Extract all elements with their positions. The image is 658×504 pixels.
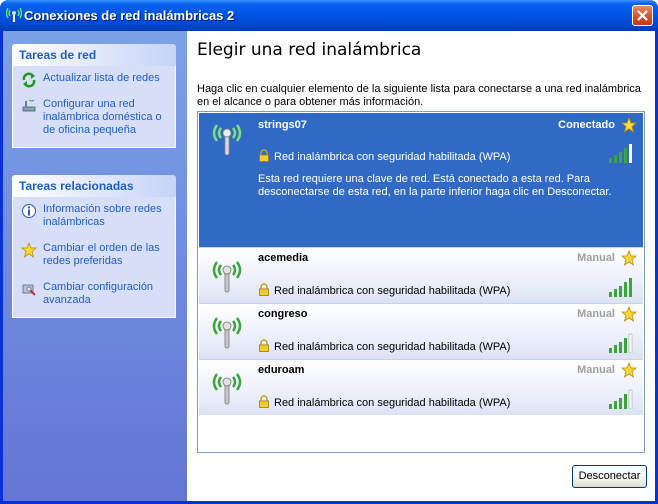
wireless-signal-icon [212, 124, 242, 156]
refresh-network-list-link[interactable]: Actualizar lista de redes [21, 72, 171, 88]
related-tasks-header: Tareas relacionadas [12, 175, 176, 197]
network-name: congreso [258, 308, 308, 320]
change-advanced-settings-link[interactable]: Cambiar configuración avanzada [21, 281, 171, 307]
wireless-signal-icon [212, 317, 242, 349]
network-name: eduroam [258, 364, 305, 376]
signal-strength-icon [609, 144, 632, 163]
wireless-signal-icon [212, 373, 242, 405]
network-item-congreso[interactable]: congreso Manual Red inalámbrica con segu… [199, 303, 643, 359]
lock-icon [259, 395, 269, 408]
title-bar[interactable]: Conexiones de red inalámbricas 2 [0, 0, 658, 31]
lock-icon [259, 339, 269, 352]
signal-strength-icon [609, 278, 632, 297]
change-preferred-order-link[interactable]: Cambiar el orden de las redes preferidas [21, 242, 171, 268]
network-list[interactable]: strings07 Conectado Red inalámbrica con … [197, 111, 645, 453]
signal-strength-icon [609, 333, 633, 353]
security-text: Red inalámbrica con seguridad habilitada… [274, 397, 511, 409]
network-detail: Esta red requiere una clave de red. Está… [258, 173, 612, 198]
refresh-icon [22, 72, 36, 88]
settings-icon [22, 284, 36, 296]
signal-strength-icon [609, 389, 633, 409]
network-status: Manual [577, 364, 615, 376]
security-text: Red inalámbrica con seguridad habilitada… [274, 285, 511, 297]
task-pane: Tareas de red Actualizar lista de redes [3, 31, 187, 501]
page-description: Haga clic en cualquier elemento de la si… [197, 83, 641, 108]
network-item-acemedia[interactable]: acemedia Manual Red inalámbrica con segu… [199, 247, 643, 303]
change-preferred-order-label: Cambiar el orden de las redes preferidas [43, 242, 160, 267]
lock-icon [259, 283, 269, 296]
close-button[interactable] [632, 5, 653, 26]
preferred-star-icon [621, 250, 637, 266]
network-name: acemedia [258, 252, 309, 264]
learn-wireless-label: Información sobre redes inalámbricas [43, 203, 162, 228]
security-text: Red inalámbrica con seguridad habilitada… [274, 341, 511, 353]
wireless-network-icon [6, 8, 22, 22]
info-icon [22, 204, 36, 218]
learn-wireless-link[interactable]: Información sobre redes inalámbricas [21, 203, 171, 229]
network-tasks-header: Tareas de red [12, 44, 176, 66]
main-pane: Elegir una red inalámbrica Haga clic en … [187, 31, 655, 501]
change-advanced-settings-label: Cambiar configuración avanzada [43, 281, 154, 306]
window-body: Tareas de red Actualizar lista de redes [3, 31, 655, 501]
page-title: Elegir una red inalámbrica [197, 40, 422, 60]
network-status: Conectado [558, 119, 615, 131]
star-icon [21, 242, 37, 258]
preferred-star-icon [621, 306, 637, 322]
refresh-network-list-label: Actualizar lista de redes [43, 72, 160, 84]
network-item-eduroam[interactable]: eduroam Manual Red inalámbrica con segur… [199, 359, 643, 415]
wireless-signal-icon [212, 261, 242, 293]
network-status: Manual [577, 308, 615, 320]
network-name: strings07 [258, 119, 307, 131]
preferred-star-icon [621, 362, 637, 378]
setup-wizard-icon [22, 99, 36, 112]
network-item-strings07[interactable]: strings07 Conectado Red inalámbrica con … [199, 113, 643, 247]
setup-wireless-network-link[interactable]: Configurar una red inalámbrica doméstica… [21, 98, 171, 137]
setup-wireless-network-label: Configurar una red inalámbrica doméstica… [43, 98, 162, 136]
close-icon [637, 10, 648, 21]
preferred-star-icon [621, 117, 637, 133]
window-title: Conexiones de red inalámbricas 2 [24, 8, 235, 23]
lock-icon [259, 149, 269, 162]
network-tasks-panel: Tareas de red Actualizar lista de redes [12, 44, 176, 148]
security-text: Red inalámbrica con seguridad habilitada… [274, 151, 511, 163]
related-tasks-panel: Tareas relacionadas Información sobre re… [12, 175, 176, 318]
wireless-connections-window: Conexiones de red inalámbricas 2 Tareas … [0, 0, 658, 504]
network-status: Manual [577, 252, 615, 264]
disconnect-button[interactable]: Desconectar [572, 465, 647, 488]
